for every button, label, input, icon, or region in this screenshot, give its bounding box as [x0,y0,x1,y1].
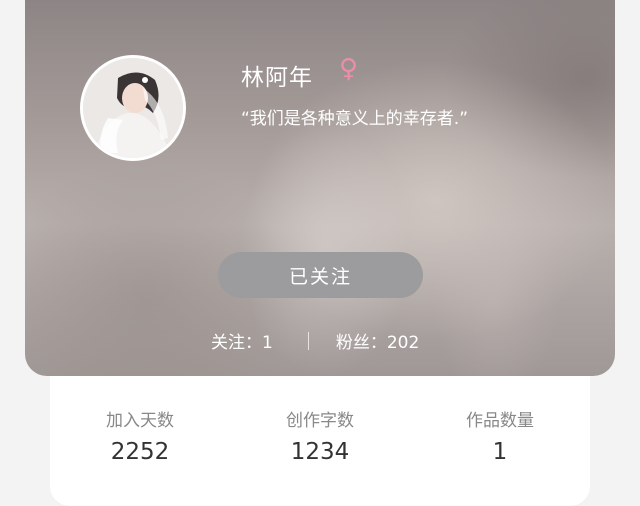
following-count[interactable]: 关注：1 [211,328,273,353]
followers-count[interactable]: 粉丝：202 [336,328,419,353]
female-icon: ♀ [339,54,359,84]
metric-word-count: 创作字数 1234 [240,406,400,465]
profile-header-background: 林阿年 ♀ “我们是各种意义上的幸存者.” 已关注 关注：1 粉丝：202 [25,0,615,376]
avatar[interactable] [80,55,186,161]
stats-card: 加入天数 2252 创作字数 1234 作品数量 1 [50,376,590,506]
metric-label: 作品数量 [466,411,534,431]
metric-label: 创作字数 [286,411,354,431]
metric-label: 加入天数 [106,411,174,431]
metric-value: 2252 [110,439,170,465]
profile-bio: “我们是各种意义上的幸存者.” [241,109,469,129]
profile-name: 林阿年 [241,65,313,91]
metric-value: 1 [492,439,508,465]
metric-value: 1234 [290,439,350,465]
follow-stats: 关注：1 粉丝：202 [211,328,419,353]
metric-join-days: 加入天数 2252 [60,406,220,465]
stats-divider [307,331,309,350]
followed-button[interactable]: 已关注 [218,252,423,298]
metric-works-count: 作品数量 1 [420,406,580,465]
